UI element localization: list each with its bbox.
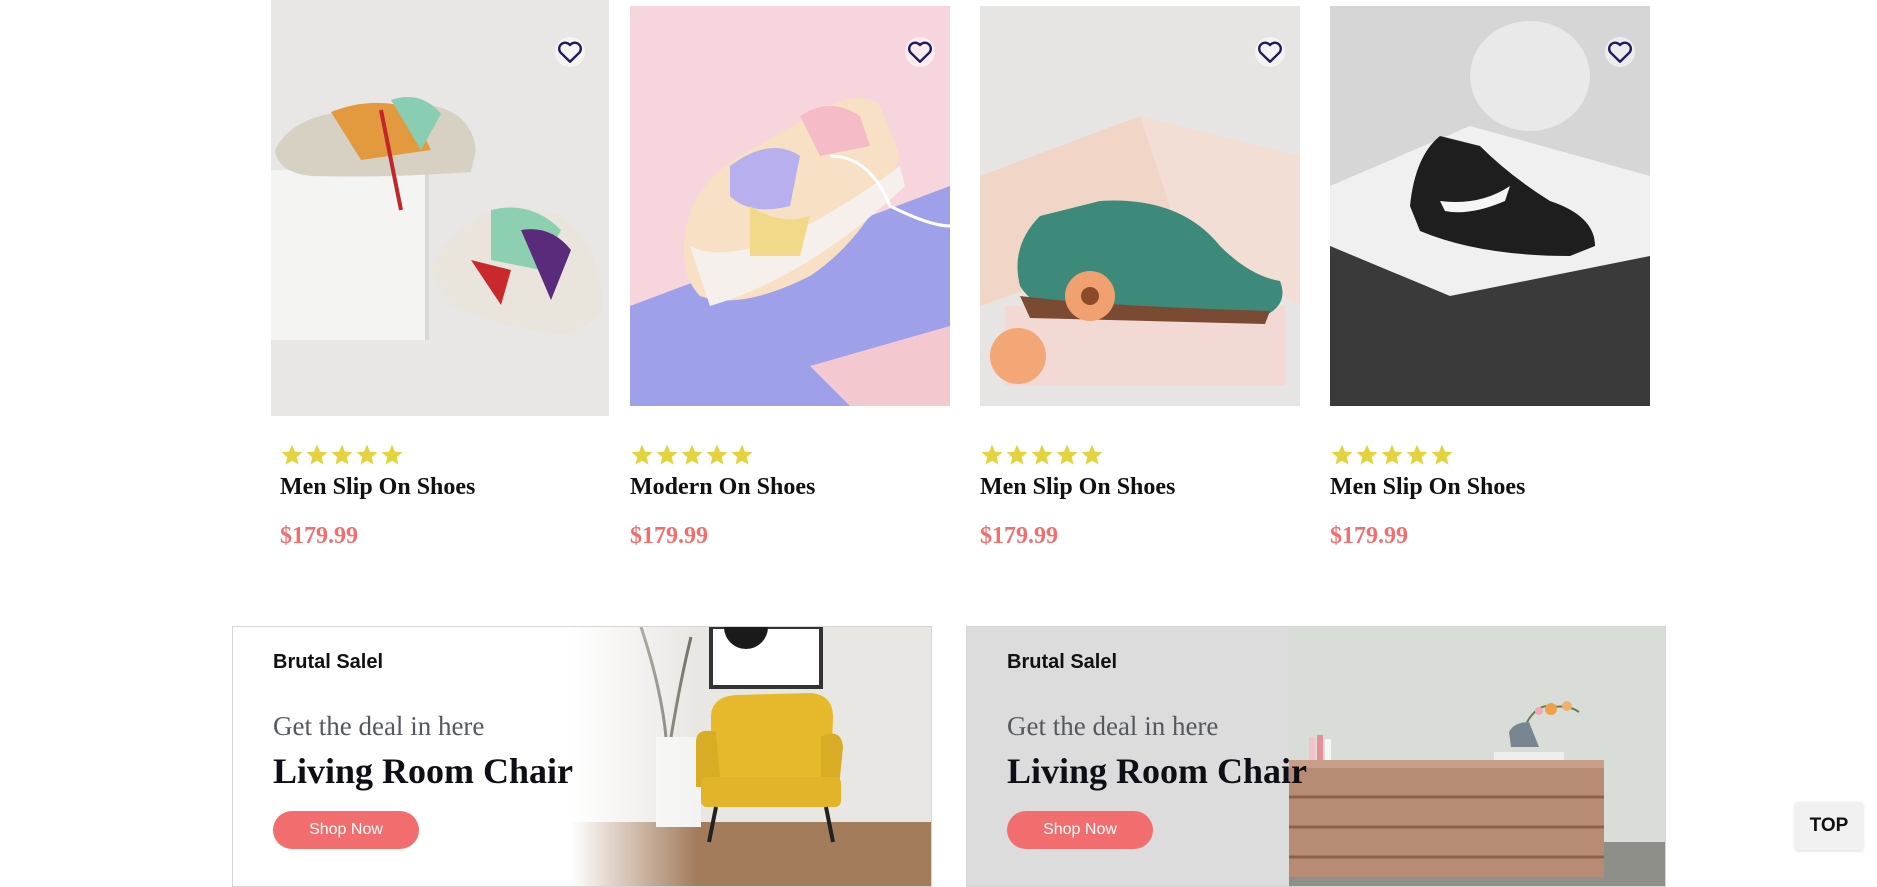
banner-title: Living Room Chair [273,751,574,791]
banner-subtitle: Get the deal in here [273,711,485,741]
wishlist-button[interactable] [1255,37,1285,67]
product-price: $179.99 [630,523,708,549]
star-icon [631,444,653,465]
star-icon [1056,444,1078,465]
star-icon [1406,444,1428,465]
banner-image-sideboard [1289,627,1665,886]
star-icon [1431,444,1453,465]
banner-image-chair [571,627,931,886]
product-name[interactable]: Modern On Shoes [630,474,815,501]
heart-outline-icon [1258,41,1282,63]
product-image[interactable] [1330,6,1650,406]
star-icon [981,444,1003,465]
star-icon [1031,444,1053,465]
promo-banner: Brutal Salel Get the deal in here Living… [966,626,1666,887]
heart-outline-icon [558,41,582,63]
banner-tag: Brutal Salel [273,651,384,673]
star-rating [980,443,1104,467]
star-icon [706,444,728,465]
star-icon [1381,444,1403,465]
star-icon [281,444,303,465]
star-icon [1081,444,1103,465]
shop-now-button[interactable]: Shop Now [273,811,419,849]
star-icon [331,444,353,465]
product-name[interactable]: Men Slip On Shoes [980,474,1175,501]
banner-tag: Brutal Salel [1007,651,1118,673]
star-icon [731,444,753,465]
banner-subtitle: Get the deal in here [1007,711,1219,741]
star-icon [356,444,378,465]
product-image[interactable] [630,6,950,406]
wishlist-button[interactable] [555,37,585,67]
star-icon [306,444,328,465]
product-price: $179.99 [280,523,358,549]
product-price: $179.99 [1330,523,1408,549]
scroll-to-top-button[interactable]: TOP [1795,802,1863,850]
promo-banner: Brutal Salel Get the deal in here Living… [232,626,932,887]
star-icon [656,444,678,465]
banner-title: Living Room Chair [1007,751,1308,791]
wishlist-button[interactable] [905,37,935,67]
shop-now-button[interactable]: Shop Now [1007,811,1153,849]
product-price: $179.99 [980,523,1058,549]
star-icon [381,444,403,465]
star-icon [1356,444,1378,465]
star-icon [1331,444,1353,465]
star-icon [681,444,703,465]
star-rating [280,443,404,467]
star-rating [630,443,754,467]
product-name[interactable]: Men Slip On Shoes [280,474,475,501]
wishlist-button[interactable] [1605,37,1635,67]
heart-outline-icon [1608,41,1632,63]
heart-outline-icon [908,41,932,63]
product-image[interactable] [980,6,1300,406]
star-rating [1330,443,1454,467]
star-icon [1006,444,1028,465]
product-name[interactable]: Men Slip On Shoes [1330,474,1525,501]
